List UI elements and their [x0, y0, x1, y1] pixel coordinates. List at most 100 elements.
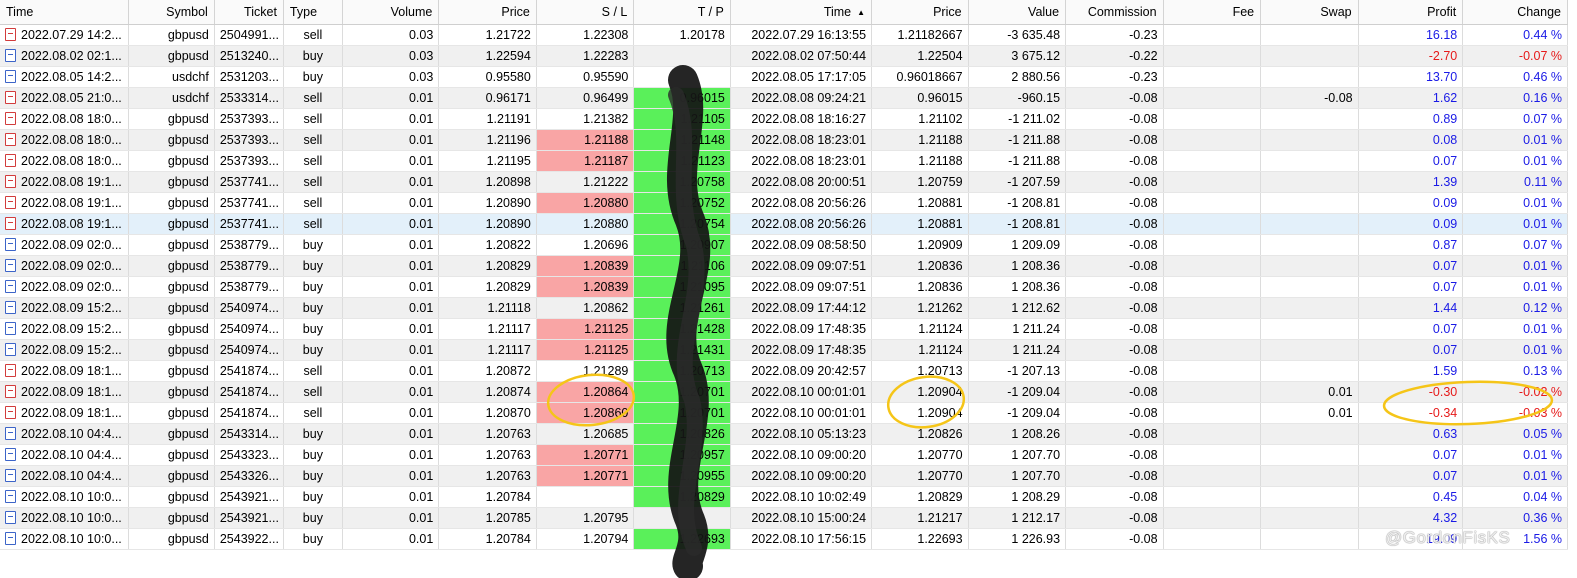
cell-time: 2022.08.08 19:1... — [0, 192, 129, 214]
cell-change: 0.36 % — [1462, 507, 1568, 529]
change-value: 0.01 % — [1523, 259, 1562, 273]
volume-value: 0.01 — [408, 385, 434, 399]
table-row[interactable]: 2022.08.10 10:0... gbpusd 2543921... buy 0.0… — [0, 507, 1568, 529]
cell-price: 0.95580 — [438, 66, 537, 88]
table-row[interactable]: 2022.08.09 02:0... gbpusd 2538779... buy 0.0… — [0, 276, 1568, 298]
cell-price2: 1.21182667 — [871, 24, 969, 46]
value-value: 1 207.70 — [1011, 448, 1061, 462]
col-header-close-price[interactable]: Price — [871, 0, 969, 25]
sort-ascending-icon: ▲ — [857, 8, 866, 17]
cell-symbol: gbpusd — [128, 24, 215, 46]
table-row[interactable]: 2022.08.09 18:1... gbpusd 2541874... sell 0.… — [0, 381, 1568, 403]
col-label: Price — [933, 5, 962, 19]
sl-value: 1.20864 — [583, 385, 629, 399]
cell-price2: 1.20836 — [871, 276, 969, 298]
commission-value: -0.08 — [1129, 364, 1158, 378]
volume-value: 0.03 — [408, 70, 434, 84]
table-row[interactable]: 2022.08.08 18:0... gbpusd 2537393... sell 0.… — [0, 129, 1568, 151]
table-row[interactable]: 2022.08.09 15:2... gbpusd 2540974... buy 0.0… — [0, 318, 1568, 340]
profit-value: 0.07 — [1432, 448, 1458, 462]
table-row[interactable]: 2022.08.09 18:1... gbpusd 2541874... sell 0.… — [0, 402, 1568, 424]
table-row[interactable]: 2022.08.05 14:2... usdchf 2531203... buy 0.0… — [0, 66, 1568, 88]
table-row[interactable]: 2022.08.05 21:0... usdchf 2533314... sell 0.… — [0, 87, 1568, 109]
sl-value: 1.21125 — [584, 322, 629, 336]
col-header-volume[interactable]: Volume — [342, 0, 440, 25]
col-header-tp[interactable]: T / P — [633, 0, 731, 25]
col-header-time[interactable]: Time — [0, 0, 129, 25]
table-row[interactable]: 2022.08.08 19:1... gbpusd 2537741... sell 0.… — [0, 192, 1568, 214]
cell-type: buy — [283, 234, 343, 256]
cell-commission: -0.08 — [1065, 276, 1164, 298]
col-header-swap[interactable]: Swap — [1260, 0, 1359, 25]
sell-order-icon — [5, 196, 16, 209]
cell-symbol: gbpusd — [128, 171, 215, 193]
col-header-commission[interactable]: Commission — [1065, 0, 1164, 25]
change-value: 0.07 % — [1523, 238, 1562, 252]
col-header-ticket[interactable]: Ticket — [214, 0, 284, 25]
table-row[interactable]: 2022.08.08 18:0... gbpusd 2537393... sell 0.… — [0, 108, 1568, 130]
cell-profit: 0.09 — [1358, 192, 1464, 214]
time-value: 2022.08.10 04:4... — [21, 427, 122, 441]
profit-value: 0.07 — [1432, 154, 1458, 168]
value-value: 1 212.62 — [1011, 301, 1061, 315]
cell-fee — [1163, 171, 1262, 193]
symbol-value: gbpusd — [167, 112, 209, 126]
col-header-profit[interactable]: Profit — [1358, 0, 1464, 25]
table-row[interactable]: 2022.08.10 10:0... gbpusd 2543921... buy 0.0… — [0, 486, 1568, 508]
table-row[interactable]: 2022.08.08 19:1... gbpusd 2537741... sell 0.… — [0, 213, 1568, 235]
profit-value: 1.59 — [1432, 364, 1458, 378]
col-header-fee[interactable]: Fee — [1163, 0, 1262, 25]
table-row[interactable]: 2022.08.08 18:0... gbpusd 2537393... sell 0.… — [0, 150, 1568, 172]
col-header-symbol[interactable]: Symbol — [128, 0, 215, 25]
table-row[interactable]: 2022.08.10 04:4... gbpusd 2543323... buy 0.0… — [0, 444, 1568, 466]
tp-value: 1.20752 — [679, 196, 725, 210]
table-row[interactable]: 2022.08.09 15:2... gbpusd 2540974... buy 0.0… — [0, 297, 1568, 319]
table-row[interactable]: 2022.08.08 19:1... gbpusd 2537741... sell 0.… — [0, 171, 1568, 193]
time-value: 2022.08.10 10:0... — [21, 532, 122, 546]
col-header-sl[interactable]: S / L — [536, 0, 635, 25]
col-header-price[interactable]: Price — [438, 0, 537, 25]
price2-value: 1.20770 — [917, 448, 963, 462]
cell-tp: 1.20754 — [633, 213, 731, 235]
col-header-value[interactable]: Value — [968, 0, 1067, 25]
table-row[interactable]: 2022.08.02 02:1... gbpusd 2513240... buy 0.0… — [0, 45, 1568, 67]
cell-price: 0.96171 — [438, 87, 537, 109]
cell-tp — [633, 66, 731, 88]
table-row[interactable]: 2022.08.09 02:0... gbpusd 2538779... buy 0.0… — [0, 234, 1568, 256]
time2-value: 2022.08.09 17:48:35 — [751, 322, 867, 336]
table-row[interactable]: 2022.08.09 02:0... gbpusd 2538779... buy 0.0… — [0, 255, 1568, 277]
ticket-value: 2531203... — [219, 70, 279, 84]
cell-type: buy — [283, 45, 343, 67]
cell-sl — [536, 486, 635, 508]
table-row[interactable]: 2022.08.09 15:2... gbpusd 2540974... buy 0.0… — [0, 339, 1568, 361]
cell-fee — [1163, 234, 1262, 256]
ticket-value: 2543323... — [219, 448, 279, 462]
cell-type: sell — [283, 192, 343, 214]
table-row[interactable]: 2022.08.09 18:1... gbpusd 2541874... sell 0.… — [0, 360, 1568, 382]
cell-time: 2022.08.09 02:0... — [0, 234, 129, 256]
cell-fee — [1163, 276, 1262, 298]
table-row[interactable]: 2022.08.10 04:4... gbpusd 2543314... buy 0.0… — [0, 423, 1568, 445]
cell-symbol: usdchf — [128, 66, 215, 88]
price-value: 1.20822 — [485, 238, 531, 252]
cell-price2: 1.20909 — [871, 234, 969, 256]
ticket-value: 2543314... — [219, 427, 279, 441]
buy-order-icon — [5, 238, 16, 251]
cell-tp: 1.21095 — [633, 276, 731, 298]
price2-value: 1.21188 — [918, 133, 963, 147]
table-row[interactable]: 2022.08.10 10:0... gbpusd 2543922... buy 0.0… — [0, 528, 1568, 550]
cell-price2: 1.22504 — [871, 45, 969, 67]
col-header-change[interactable]: Change — [1462, 0, 1568, 25]
cell-symbol: gbpusd — [128, 423, 215, 445]
table-row[interactable]: 2022.08.10 04:4... gbpusd 2543326... buy 0.0… — [0, 465, 1568, 487]
change-value: 0.46 % — [1523, 70, 1562, 84]
cell-value: 1 211.24 — [968, 318, 1067, 340]
value-value: -1 208.81 — [1007, 196, 1061, 210]
col-header-type[interactable]: Type — [283, 0, 343, 25]
cell-price: 1.20763 — [438, 465, 537, 487]
commission-value: -0.08 — [1129, 448, 1158, 462]
cell-profit: 16.18 — [1358, 24, 1464, 46]
col-header-close-time[interactable]: Time ▲ — [730, 0, 873, 25]
table-row[interactable]: 2022.07.29 14:2... gbpusd 2504991... sell 0.… — [0, 24, 1568, 46]
cell-commission: -0.08 — [1065, 381, 1164, 403]
